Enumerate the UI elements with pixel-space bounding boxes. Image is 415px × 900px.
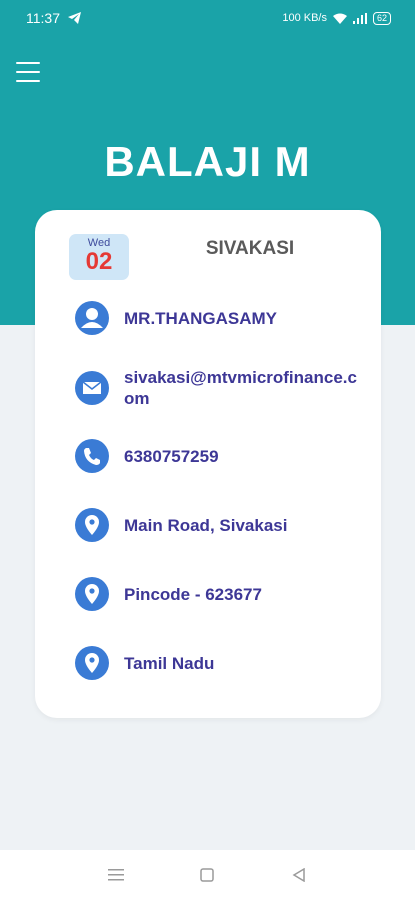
contact-person: MR.THANGASAMY — [124, 308, 277, 328]
home-icon[interactable] — [197, 865, 217, 885]
menu-icon[interactable] — [16, 62, 40, 82]
email-row[interactable]: sivakasi@mtvmicrofinance.com — [75, 367, 364, 409]
network-speed: 100 KB/s — [282, 12, 327, 24]
location-icon — [75, 508, 109, 542]
signal-icon — [352, 12, 367, 24]
mail-icon — [75, 371, 109, 405]
phone-icon — [75, 439, 109, 473]
person-icon — [75, 301, 109, 335]
address-row: Main Road, Sivakasi — [75, 508, 364, 542]
status-bar: 11:37 100 KB/s 62 — [0, 0, 415, 36]
contact-person-row: MR.THANGASAMY — [75, 301, 364, 335]
location-icon — [75, 646, 109, 680]
email-address[interactable]: sivakasi@mtvmicrofinance.com — [124, 367, 364, 409]
wifi-icon — [332, 13, 347, 24]
date-day: Wed — [87, 237, 111, 249]
date-number: 02 — [85, 248, 113, 275]
state-row: Tamil Nadu — [75, 646, 364, 680]
battery-icon: 62 — [372, 11, 391, 25]
phone-number[interactable]: 6380757259 — [124, 446, 364, 467]
system-nav-bar — [0, 850, 415, 900]
back-icon[interactable] — [289, 865, 309, 885]
recents-icon[interactable] — [106, 865, 126, 885]
address: Main Road, Sivakasi — [124, 515, 288, 535]
pincode: Pincode - 623677 — [124, 584, 262, 604]
phone-row[interactable]: 6380757259 — [75, 439, 364, 473]
branch-name: SIVAKASI — [205, 238, 295, 259]
status-time: 11:37 — [26, 10, 60, 26]
branch-card: Wed 02 SIVAKASI MR.THANGASAMY sivakasi@m… — [35, 210, 381, 718]
location-icon — [75, 577, 109, 611]
user-name: BALAJI M — [104, 138, 311, 185]
pincode-row: Pincode - 623677 — [75, 577, 364, 611]
date-badge: Wed 02 — [69, 234, 129, 280]
state: Tamil Nadu — [124, 653, 215, 673]
telegram-icon — [68, 12, 81, 24]
